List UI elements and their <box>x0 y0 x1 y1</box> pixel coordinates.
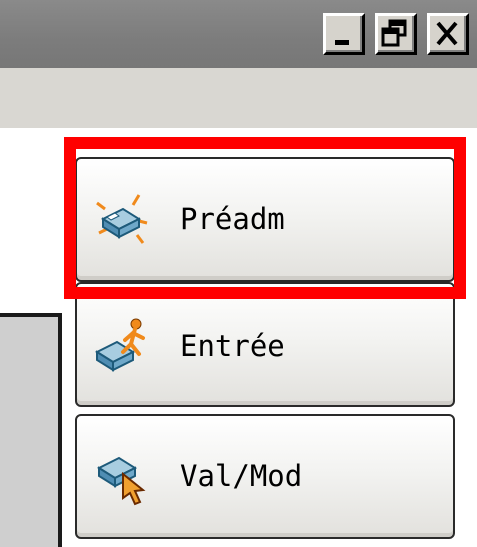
minimize-icon <box>335 40 349 45</box>
bed-walking-person-icon <box>94 318 145 372</box>
close-icon <box>436 21 458 46</box>
preadm-button[interactable]: Préadm <box>75 157 455 282</box>
bed-sparkle-icon <box>96 194 148 244</box>
preadm-label: Préadm <box>180 202 285 236</box>
entree-label: Entrée <box>180 329 285 363</box>
title-bar <box>0 0 477 68</box>
side-panel <box>0 313 62 547</box>
toolbar-strip <box>0 68 477 128</box>
entree-button[interactable]: Entrée <box>75 282 455 407</box>
valmod-label: Val/Mod <box>180 459 303 493</box>
close-button[interactable] <box>427 13 469 55</box>
minimize-button[interactable] <box>323 13 365 55</box>
app-window: Préadm Entrée Val/Mod <box>0 0 477 547</box>
valmod-button[interactable]: Val/Mod <box>75 414 455 539</box>
restore-icon <box>381 19 407 47</box>
bed-cursor-icon <box>96 456 146 506</box>
restore-button[interactable] <box>375 13 417 55</box>
